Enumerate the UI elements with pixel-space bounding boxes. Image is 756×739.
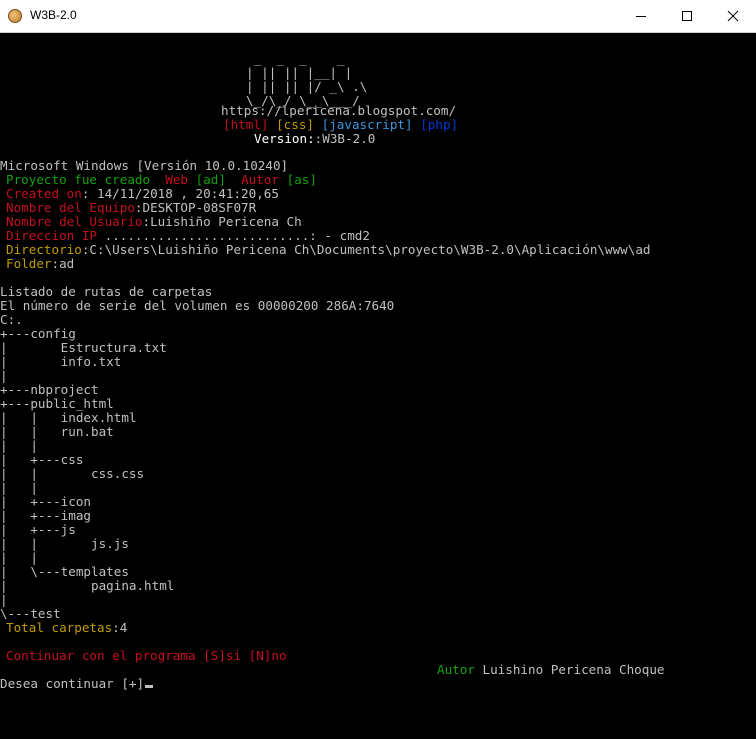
title-bar[interactable]: W3B-2.0 [0,0,756,33]
input-prompt: Desea continuar [+] [0,676,145,691]
tree-line: | | [0,480,38,495]
created-label: Created on [6,186,82,201]
version-label: Version: [254,131,315,146]
tree-line: | [0,368,8,383]
continue-question: Continuar con el programa [S]si [N]no [6,648,287,663]
total-folders: Total carpetas:4 [6,621,127,635]
close-button[interactable] [710,0,756,32]
tree-root: C:. [0,312,23,327]
folder-value: :ad [51,256,75,271]
author-value: [as] [286,172,317,187]
created-line: Created on: 14/11/2018 , 20:41:20,65 [6,187,279,201]
team-line: Nombre del Equipo:DESKTOP-08SF07R [6,201,256,215]
logo-line-1: _ _ _ _ [246,51,353,66]
tree-line: +---nbproject [0,382,99,397]
user-value: :Luishiño Pericena Ch [142,214,302,229]
directory-value: :C:\Users\Luishiño Pericena Ch\Documents… [81,242,651,257]
ip-line: Direccion IP ...........................… [6,229,370,243]
author-label: Autor [241,172,280,187]
tree-line: | [0,592,8,607]
team-label: Nombre del Equipo [6,200,135,215]
tree-line: | \---templates [0,564,129,579]
total-folders-value: :4 [112,620,128,635]
tree-line: | | css.css [0,466,145,481]
tag-css: [css] [276,117,315,132]
logo-line-3: | || || |/ _\ .\ [246,79,368,94]
project-label: Proyecto fue creado [6,172,151,187]
team-value: :DESKTOP-08SF07R [134,200,257,215]
ip-label: Direccion IP [6,228,97,243]
tree-line: \---test [0,606,61,621]
tree-line: | | run.bat [0,424,114,439]
author-credit-name: Luishino Pericena Choque [482,662,665,677]
author-credit-label: Autor [437,662,475,677]
console-output[interactable]: _ _ _ _ | || || |__| | | || || |/ _\ .\ … [0,34,756,739]
window-title: W3B-2.0 [30,8,77,22]
tag-javascript: [javascript] [321,117,413,132]
tech-tags: [html] [css] [javascript] [php] [223,118,458,132]
input-line[interactable]: Desea continuar [+] [0,676,154,691]
os-version: Microsoft Windows [Versión 10.0.10240] [0,158,289,173]
project-line: Proyecto fue creado Web [ad] Autor [as] [6,173,317,187]
tree-line: | | js.js [0,536,129,551]
web-label: Web [165,172,188,187]
tree-line: | +---imag [0,508,91,523]
version-value: :W3B-2.0 [314,131,376,146]
tree-line: | | index.html [0,410,137,425]
folder-label: Folder [6,256,52,271]
tree-line: | +---css [0,452,84,467]
user-label: Nombre del Usuario [6,214,143,229]
tree-line: | +---icon [0,494,91,509]
app-icon[interactable] [8,9,22,23]
folder-line: Folder:ad [6,257,74,271]
directory-line: Directorio:C:\Users\Luishiño Pericena Ch… [6,243,650,257]
directory-label: Directorio [6,242,82,257]
user-line: Nombre del Usuario:Luishiño Pericena Ch [6,215,302,229]
version-line: Version::W3B-2.0 [254,132,375,146]
tree-line: | Estructura.txt [0,340,167,355]
tree-line: | | [0,438,38,453]
tree-line: | +---js [0,522,76,537]
created-value: : 14/11/2018 , 20:41:20,65 [81,186,279,201]
banner-url: https://lpericena.blogspot.com/ [221,103,457,118]
text-cursor [145,685,154,688]
close-icon [727,10,739,22]
tree-line: +---config [0,326,76,341]
volume-serial: El número de serie del volumen es 000002… [0,298,395,313]
tree-line: +---public_html [0,396,114,411]
tree-line: | | [0,550,38,565]
web-value: [ad] [195,172,226,187]
tag-php: [php] [420,117,459,132]
minimize-icon [636,16,646,17]
listing-title: Listado de rutas de carpetas [0,284,213,299]
total-folders-label: Total carpetas [6,620,113,635]
ip-value: ...........................: - cmd2 [97,228,370,243]
tree-line: | pagina.html [0,578,175,593]
tag-html: [html] [223,117,269,132]
author-credit: Autor Luishino Pericena Choque [437,663,665,677]
tree-line: | info.txt [0,354,122,369]
maximize-button[interactable] [664,0,710,32]
minimize-button[interactable] [618,0,664,32]
logo-line-2: | || || |__| | [246,65,353,80]
maximize-icon [682,11,692,21]
